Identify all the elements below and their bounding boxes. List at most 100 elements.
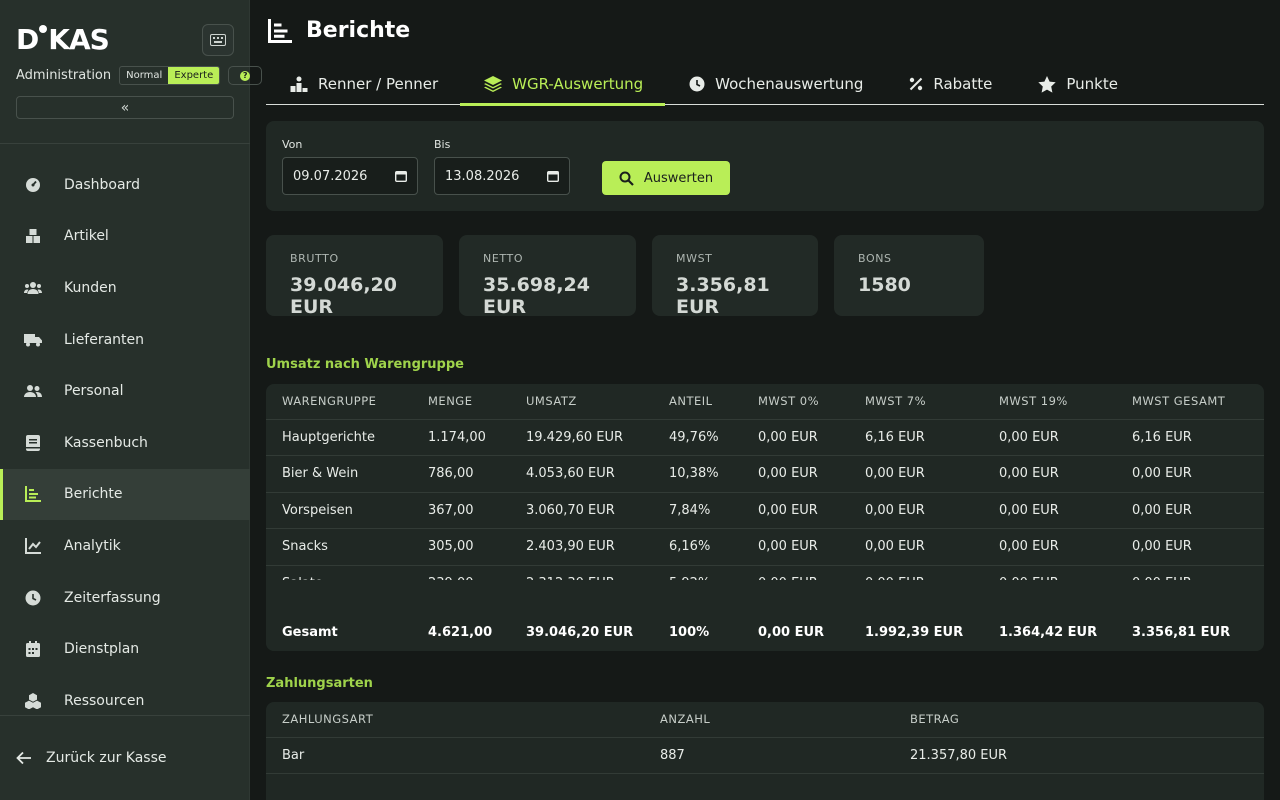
total-cell: 1.364,42 EUR [999,625,1098,640]
arrow-left-icon [16,751,31,765]
table-cell: 239,00 [412,565,510,580]
tab-punkte[interactable]: Punkte [1014,64,1140,104]
sidebar-item-label: Dashboard [64,176,140,193]
keyboard-button[interactable] [202,24,234,56]
stat-value: 3.356,81 EUR [676,274,770,318]
from-date-value: 09.07.2026 [293,168,368,184]
table-row: Bier & Wein 786,00 4.053,60 EUR 10,38% 0,00 … [266,455,1264,493]
sidebar-item-dashboard[interactable]: Dashboard [0,159,250,211]
tab-wochenauswertung[interactable]: Wochenauswertung [665,64,885,104]
sidebar-item-zeiterfassung[interactable]: Zeiterfassung [0,572,250,624]
boxes-icon [24,227,42,245]
double-chevron-left-icon: « [120,99,130,116]
column-header[interactable]: MWST 19% [983,384,1116,420]
sidebar-item-label: Lieferanten [64,331,145,348]
calendar-icon [24,640,42,658]
column-header[interactable]: ANTEIL [653,384,742,420]
total-cell: 4.621,00 [428,625,493,640]
calendar-icon[interactable] [547,170,559,182]
column-header[interactable]: WARENGRUPPE [266,384,412,420]
tab-label: Renner / Penner [318,75,439,93]
page-title: Berichte [268,18,410,43]
collapse-sidebar-button[interactable]: « [16,96,234,119]
report-tabs: Renner / Penner WGR-Auswertung Wochenaus… [266,64,1264,106]
column-header[interactable]: UMSATZ [510,384,653,420]
tab-label: Rabatte [933,75,993,93]
table-cell: 0,00 EUR [1116,528,1264,566]
logo: D KAS [16,22,110,56]
table-header-row: ZAHLUNGSART ANZAHL BETRAG [266,702,1264,738]
sidebar-divider [0,143,250,144]
total-cell: Gesamt [282,625,338,640]
from-date-input[interactable]: 09.07.2026 [282,157,418,195]
column-header[interactable]: MENGE [412,384,510,420]
stat-value: 1580 [858,274,911,296]
from-label: Von [282,138,303,151]
table-row: Snacks 305,00 2.403,90 EUR 6,16% 0,00 EUR 0,0… [266,528,1264,566]
sidebar: D KAS Administration Normal Experte ? « D… [0,0,263,800]
evaluate-button[interactable]: Auswerten [602,161,730,195]
sidebar-item-lieferanten[interactable]: Lieferanten [0,314,250,366]
back-to-register-link[interactable]: Zurück zur Kasse [16,750,167,766]
payments-data-table: ZAHLUNGSART ANZAHL BETRAG Bar 887 21.357… [266,702,1264,774]
column-header[interactable]: MWST 7% [849,384,983,420]
sidebar-item-personal[interactable]: Personal [0,365,250,417]
sidebar-item-analytik[interactable]: Analytik [0,520,250,572]
table-row: Vorspeisen 367,00 3.060,70 EUR 7,84% 0,00 EU… [266,492,1264,529]
total-cell: 39.046,20 EUR [526,625,634,640]
tab-wgr-auswertung[interactable]: WGR-Auswertung [460,64,666,106]
table-cell: 6,16 EUR [1116,419,1264,456]
sidebar-item-label: Berichte [64,486,123,503]
column-header[interactable]: MWST 0% [742,384,849,420]
admin-row: Administration Normal Experte ? [16,66,263,85]
table-cell: 0,00 EUR [742,419,849,456]
sidebar-item-artikel[interactable]: Artikel [0,211,250,263]
table-cell: 5,92% [653,565,742,580]
tab-rabatte[interactable]: Rabatte [885,64,1014,104]
sidebar-item-label: Kunden [64,279,117,296]
stat-value: 35.698,24 EUR [483,274,590,318]
sidebar-item-berichte[interactable]: Berichte [0,468,250,521]
table-cell: 7,84% [653,492,742,529]
report-icon [24,485,42,503]
column-header[interactable]: ZAHLUNGSART [266,702,644,738]
stat-label: BRUTTO [290,252,339,265]
payments-table: ZAHLUNGSART ANZAHL BETRAG Bar 887 21.357… [266,702,1264,800]
table-total-row: Gesamt 4.621,00 39.046,20 EUR 100% 0,00 … [266,614,1264,651]
table-cell: 0,00 EUR [983,528,1116,566]
to-date-input[interactable]: 13.08.2026 [434,157,570,195]
sidebar-item-label: Personal [64,383,124,400]
logo-dot [39,25,48,33]
mode-normal-button[interactable]: Normal [120,67,168,84]
column-header[interactable]: BETRAG [894,702,1264,738]
stat-card-netto: NETTO 35.698,24 EUR [459,235,636,318]
table-cell: 2.312,30 EUR [510,565,653,580]
table-cell: Salate [266,565,412,580]
sidebar-item-label: Analytik [64,537,121,554]
sidebar-item-dienstplan[interactable]: Dienstplan [0,623,250,675]
page-title-text: Berichte [306,18,411,43]
stat-card-mwst: MWST 3.356,81 EUR [652,235,818,318]
table-cell: 0,00 EUR [983,455,1116,493]
stat-label: BONS [858,252,892,265]
table-cell: 0,00 EUR [849,492,983,529]
stat-card-bons: BONS 1580 [834,235,984,316]
wgr-table-scroll[interactable]: WARENGRUPPE MENGE UMSATZ ANTEIL MWST 0% … [266,384,1264,580]
stat-card-brutto: BRUTTO 39.046,20 EUR [266,235,443,318]
clock-icon [24,589,42,607]
table-header-row: WARENGRUPPE MENGE UMSATZ ANTEIL MWST 0% … [266,384,1264,420]
column-header[interactable]: ANZAHL [644,702,894,738]
logo-text-left: D [16,22,39,56]
calendar-icon[interactable] [395,170,407,182]
sidebar-item-kunden[interactable]: Kunden [0,262,250,314]
sidebar-item-kassenbuch[interactable]: Kassenbuch [0,417,250,469]
tab-renner-penner[interactable]: Renner / Penner [266,64,460,104]
wgr-table: WARENGRUPPE MENGE UMSATZ ANTEIL MWST 0% … [266,384,1264,651]
sidebar-item-ressourcen[interactable]: Ressourcen [0,675,250,727]
mode-expert-button[interactable]: Experte [168,67,220,84]
table-cell: 3.060,70 EUR [510,492,653,529]
column-header[interactable]: MWST GESAMT [1116,384,1264,420]
table-cell: 0,00 EUR [1116,565,1264,580]
book-icon [24,434,42,452]
cubes-icon [24,692,42,710]
